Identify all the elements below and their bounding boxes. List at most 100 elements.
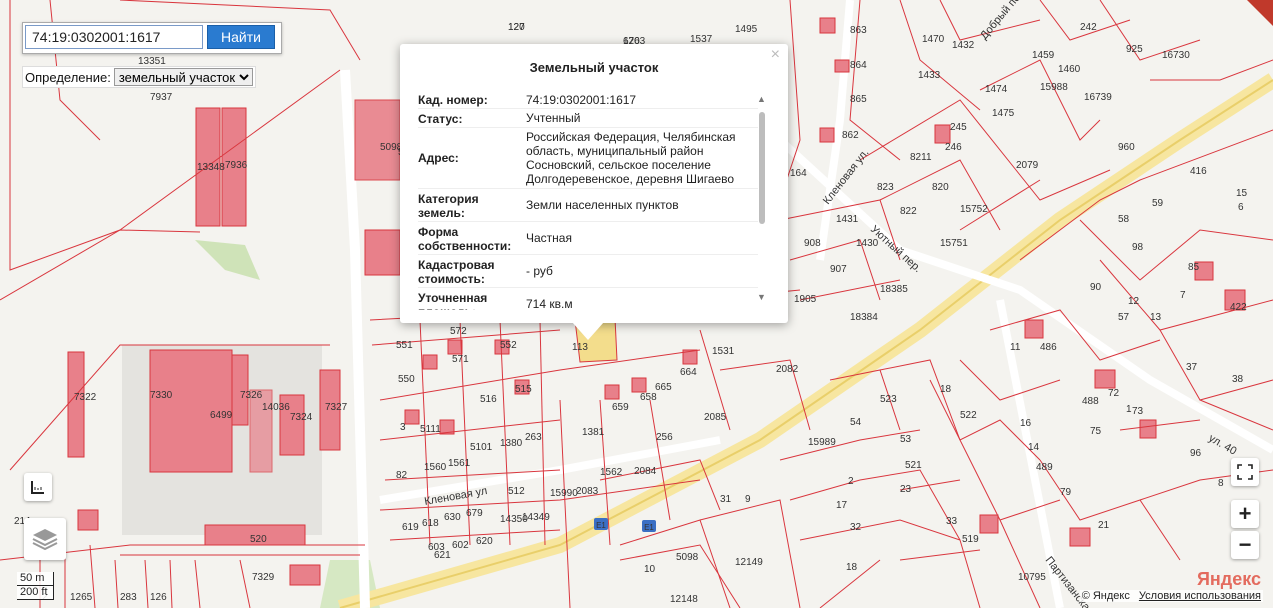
corner-ribbon bbox=[1247, 0, 1273, 26]
scroll-down-icon[interactable]: ▼ bbox=[757, 292, 766, 302]
parcel-label: 1531 bbox=[712, 346, 735, 357]
info-key: Уточненная площадь: bbox=[418, 291, 488, 310]
info-value: Частная bbox=[526, 231, 572, 245]
parcel-label: 2082 bbox=[776, 364, 799, 375]
parcel-label: 488 bbox=[1082, 396, 1099, 407]
scale-metric: 50 m bbox=[17, 572, 54, 586]
scale-imperial: 200 ft bbox=[17, 586, 54, 600]
parcel-label: 960 bbox=[1118, 142, 1135, 153]
parcel-label: 13348 bbox=[197, 162, 225, 173]
parcel-label: 2079 bbox=[1016, 160, 1039, 171]
search-input[interactable] bbox=[25, 25, 203, 49]
parcel-label: 2084 bbox=[634, 466, 657, 477]
parcel-label: 82 bbox=[396, 470, 408, 481]
parcel-label: 18 bbox=[940, 384, 952, 395]
parcel-label: 512 bbox=[508, 486, 525, 497]
parcel-label: 1560 bbox=[424, 462, 447, 473]
parcel-label: 5111 bbox=[420, 424, 441, 435]
parcel-label: 96 bbox=[1190, 448, 1202, 459]
parcel-label: 630 bbox=[444, 512, 461, 523]
parcel-label: 73 bbox=[1132, 406, 1144, 417]
info-row: Форма собственности: Частная bbox=[418, 222, 758, 255]
parcel-info-popup: × Земельный участок Кад. номер: 74:19:03… bbox=[400, 44, 788, 323]
map-scale: 50 m 200 ft bbox=[17, 572, 54, 600]
info-key: Кад. номер: bbox=[418, 93, 488, 107]
parcel-label: 659 bbox=[612, 402, 629, 413]
parcel-label: 620 bbox=[476, 536, 493, 547]
parcel-label: 11 bbox=[1010, 342, 1021, 353]
parcel-label: 422 bbox=[1230, 302, 1247, 313]
parcel-label: 127 bbox=[508, 22, 525, 33]
parcel-label: 59 bbox=[1152, 198, 1164, 209]
parcel-label: 618 bbox=[422, 518, 439, 529]
info-value: - руб bbox=[526, 264, 553, 278]
parcel-label: 8 bbox=[1218, 478, 1224, 489]
info-row: Уточненная площадь: 714 кв.м bbox=[418, 288, 758, 310]
definition-select[interactable]: земельный участок bbox=[113, 68, 253, 86]
parcel-label: 16 bbox=[1020, 418, 1032, 429]
parcel-label: 14036 bbox=[262, 402, 290, 413]
parcel-label: 57 bbox=[1118, 312, 1130, 323]
parcel-label: 925 bbox=[1126, 44, 1143, 55]
parcel-label: 1459 bbox=[1032, 50, 1055, 61]
parcel-label: 665 bbox=[655, 382, 672, 393]
info-row: Адрес: Российская Федерация, Челябинская… bbox=[418, 128, 758, 189]
parcel-label: 7326 bbox=[240, 390, 263, 401]
parcel-label: 486 bbox=[1040, 342, 1057, 353]
parcel-label: 521 bbox=[905, 460, 922, 471]
parcel-label: 416 bbox=[1190, 166, 1207, 177]
parcel-label: 18 bbox=[846, 562, 858, 573]
popup-title: Земельный участок bbox=[529, 60, 659, 75]
info-value: Учтенный bbox=[526, 111, 581, 125]
fullscreen-button[interactable] bbox=[1231, 458, 1259, 486]
parcel-label: 242 bbox=[1080, 22, 1097, 33]
parcel-label: 90 bbox=[1090, 282, 1102, 293]
parcel-label: 823 bbox=[877, 182, 894, 193]
zoom-out-button[interactable]: − bbox=[1231, 531, 1259, 559]
info-key: Категория земель: bbox=[418, 192, 479, 220]
parcel-label: 15751 bbox=[940, 238, 968, 249]
parcel-label: 1474 bbox=[985, 84, 1008, 95]
parcel-label: 5101 bbox=[470, 442, 493, 453]
parcel-label: 14349 bbox=[522, 512, 550, 523]
info-value: Российская Федерация, Челябинская област… bbox=[526, 130, 736, 186]
parcel-label: 822 bbox=[900, 206, 917, 217]
parcel-label: 37 bbox=[1186, 362, 1198, 373]
parcel-label: 7 bbox=[1180, 290, 1186, 301]
info-row: Статус: Учтенный bbox=[418, 109, 758, 128]
parcel-label: 621 bbox=[434, 550, 451, 561]
parcel-label: 15752 bbox=[960, 204, 988, 215]
popup-scrollbar[interactable]: ▲ ▼ bbox=[757, 94, 767, 304]
terms-link[interactable]: Условия использования bbox=[1139, 590, 1261, 602]
parcel-label: 550 bbox=[398, 374, 415, 385]
search-button[interactable]: Найти bbox=[207, 25, 275, 49]
parcel-label: 6 bbox=[1238, 202, 1244, 213]
parcel-label: 54 bbox=[850, 417, 862, 428]
parcel-label: 38 bbox=[1232, 374, 1244, 385]
parcel-label: 12 bbox=[1128, 296, 1140, 307]
zoom-in-button[interactable]: + bbox=[1231, 500, 1259, 528]
parcel-label: 602 bbox=[452, 540, 469, 551]
parcel-label: 865 bbox=[850, 94, 867, 105]
ruler-button[interactable] bbox=[24, 473, 52, 501]
parcel-label: 7936 bbox=[225, 160, 248, 171]
parcel-label: 551 bbox=[396, 340, 413, 351]
parcel-label: 2083 bbox=[576, 486, 599, 497]
parcel-label: 1495 bbox=[735, 24, 758, 35]
parcel-label: 7327 bbox=[325, 402, 348, 413]
parcel-label: 1 bbox=[1126, 404, 1132, 415]
info-row: Кад. номер: 74:19:0302001:1617 bbox=[418, 92, 758, 109]
parcel-label: 17 bbox=[836, 500, 848, 511]
parcel-label: 15990 bbox=[550, 488, 578, 499]
parcel-label: 7324 bbox=[290, 412, 313, 423]
info-key: Адрес: bbox=[418, 151, 459, 165]
parcel-label: 164 bbox=[790, 168, 807, 179]
definition-row: Определение: земельный участок bbox=[22, 66, 256, 88]
scroll-up-icon[interactable]: ▲ bbox=[757, 94, 766, 104]
layers-button[interactable] bbox=[24, 518, 66, 560]
parcel-label: 283 bbox=[120, 592, 137, 603]
popup-body[interactable]: Кад. номер: 74:19:0302001:1617 Статус: У… bbox=[418, 92, 758, 310]
copyright-text: © Яндекс bbox=[1081, 590, 1130, 602]
scroll-thumb[interactable] bbox=[759, 112, 765, 224]
info-key: Кадастровая стоимость: bbox=[418, 258, 495, 286]
